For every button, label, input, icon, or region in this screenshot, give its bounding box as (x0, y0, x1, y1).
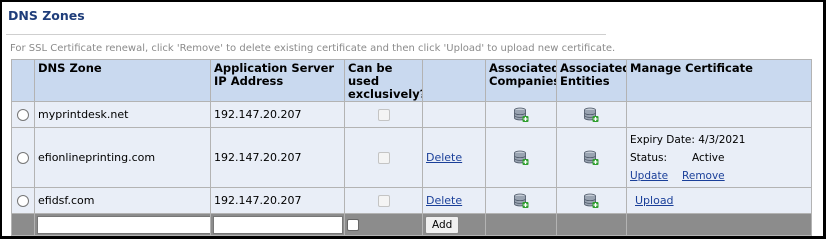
manage-certificate-cell: Expiry Date: 4/3/2021 Status: Active Upda… (626, 127, 812, 188)
header-exclusive: Can be used exclusively? (344, 59, 423, 102)
table-header-row: DNS Zone Application Server IP Address Ca… (11, 59, 812, 102)
ip-address-cell: 192.147.20.207 (210, 127, 345, 188)
row-select-radio[interactable] (17, 109, 29, 121)
manage-certificate-cell (626, 101, 812, 128)
header-dns-zone: DNS Zone (34, 59, 211, 102)
dns-zone-cell: efidsf.com (34, 187, 211, 214)
row-select-radio[interactable] (17, 152, 29, 164)
header-manage-certificate: Manage Certificate (626, 59, 812, 102)
header-select (11, 59, 35, 102)
ssl-hint-text: For SSL Certificate renewal, click 'Remo… (10, 43, 616, 54)
expiry-date-value: 4/3/2021 (698, 133, 746, 146)
dns-zones-table: DNS Zone Application Server IP Address Ca… (11, 59, 812, 236)
dns-zone-cell: myprintdesk.net (34, 101, 211, 128)
database-add-icon[interactable] (513, 149, 530, 166)
table-row: efidsf.com 192.147.20.207 Delete Upload (11, 187, 812, 214)
table-row: myprintdesk.net 192.147.20.207 (11, 101, 812, 128)
upload-certificate-link[interactable]: Upload (635, 194, 674, 207)
update-certificate-link[interactable]: Update (630, 170, 668, 182)
title-divider (6, 34, 606, 35)
database-add-icon[interactable] (583, 106, 600, 123)
expiry-date-label: Expiry Date: (630, 133, 695, 146)
database-add-icon[interactable] (513, 106, 530, 123)
header-action (422, 59, 486, 102)
action-cell (422, 101, 486, 128)
status-label: Status: (630, 151, 667, 164)
delete-link[interactable]: Delete (426, 194, 462, 207)
remove-certificate-link[interactable]: Remove (682, 170, 725, 182)
new-zone-row: Add (11, 213, 812, 236)
status-value: Active (692, 151, 725, 164)
row-select-radio[interactable] (17, 195, 29, 207)
new-ip-address-input[interactable] (213, 215, 343, 234)
database-add-icon[interactable] (583, 192, 600, 209)
ip-address-cell: 192.147.20.207 (210, 187, 345, 214)
delete-link[interactable]: Delete (426, 151, 462, 164)
exclusive-checkbox (377, 109, 390, 121)
header-app-server-ip: Application Server IP Address (210, 59, 345, 102)
ip-address-cell: 192.147.20.207 (210, 101, 345, 128)
new-exclusive-checkbox[interactable] (347, 219, 359, 231)
page-title: DNS Zones (8, 8, 85, 23)
dns-zone-cell: efionlineprinting.com (34, 127, 211, 188)
database-add-icon[interactable] (513, 192, 530, 209)
header-associated-companies: Associated Companies (485, 59, 557, 102)
new-dns-zone-input[interactable] (37, 215, 210, 234)
exclusive-checkbox (377, 195, 390, 207)
certificate-info: Expiry Date: 4/3/2021 Status: Active Upda… (630, 131, 808, 185)
table-row: efionlineprinting.com 192.147.20.207 Del… (11, 127, 812, 188)
header-associated-entities: Associated Entities (556, 59, 627, 102)
database-add-icon[interactable] (583, 149, 600, 166)
add-button[interactable]: Add (425, 215, 460, 234)
exclusive-checkbox (377, 152, 390, 164)
